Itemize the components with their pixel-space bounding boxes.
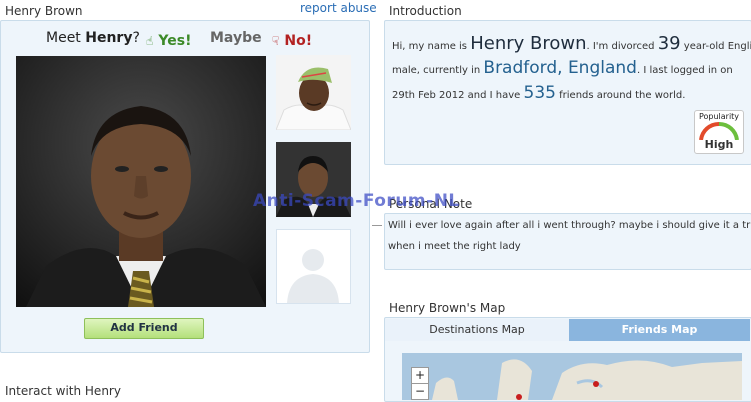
intro-text-4: male, currently in [392,65,484,76]
note-line-2: when i meet the right lady [388,241,521,252]
no-button[interactable]: ☟ No! [272,30,312,49]
intro-friend-count: 535 [523,83,556,103]
thumbs-down-icon: ☟ [272,34,280,48]
no-label: No! [284,33,313,49]
tab-friends-map[interactable]: Friends Map [569,319,750,341]
friends-map-view[interactable] [402,353,742,400]
world-map-image [402,353,742,400]
thumbs-up-icon: ☝ [146,34,154,48]
meet-suffix: ? [132,30,140,46]
report-abuse-link[interactable]: report abuse [300,1,377,15]
add-friend-button[interactable]: Add Friend [84,318,204,339]
main-profile-photo[interactable] [16,56,266,307]
intro-line-3: 29th Feb 2012 and I have 535 friends aro… [392,80,685,109]
meet-question: Meet Henry? [46,30,140,46]
intro-location: Bradford, England [483,58,637,78]
intro-age: 39 [657,33,681,54]
friend-location-marker [516,394,522,400]
popularity-label: Popularity [698,112,740,121]
maybe-button[interactable]: Maybe [210,30,262,46]
intro-text-7: friends around the world. [555,90,686,101]
silhouette-placeholder-icon [287,249,339,303]
tab-destinations-map[interactable]: Destinations Map [385,319,569,341]
map-heading: Henry Brown's Map [389,301,506,315]
intro-text-3: year-old English [683,41,751,52]
divider-dash [372,225,382,226]
watermark-text: Anti-Scam-Forum-NL [253,191,460,211]
empty-photo-slot[interactable] [276,229,351,304]
thumbnail-photo-1[interactable] [276,55,351,130]
intro-text-1: Hi, my name is [392,41,471,52]
intro-text-2: . I'm divorced [586,41,658,52]
introduction-heading: Introduction [389,4,462,18]
zoom-out-button[interactable]: − [411,383,429,400]
meet-prefix: Meet [46,30,86,46]
profile-name-heading: Henry Brown [5,4,83,18]
yes-label: Yes! [158,33,192,49]
intro-text-5: . I last logged in on [636,65,733,76]
zoom-in-button[interactable]: + [411,367,429,384]
man-in-cap-image [276,55,351,130]
interact-heading: Interact with Henry [5,384,121,398]
intro-name: Henry Brown [470,33,587,54]
intro-text-6: 29th Feb 2012 and I have [392,90,524,101]
meet-name: Henry [85,30,133,46]
popularity-value: High [704,138,734,151]
yes-button[interactable]: ☝ Yes! [146,30,191,49]
note-line-1: Will i ever love again after all i went … [388,220,751,231]
friend-location-marker [593,381,599,387]
popularity-badge: Popularity High [694,110,744,154]
man-portrait-image [16,56,266,307]
